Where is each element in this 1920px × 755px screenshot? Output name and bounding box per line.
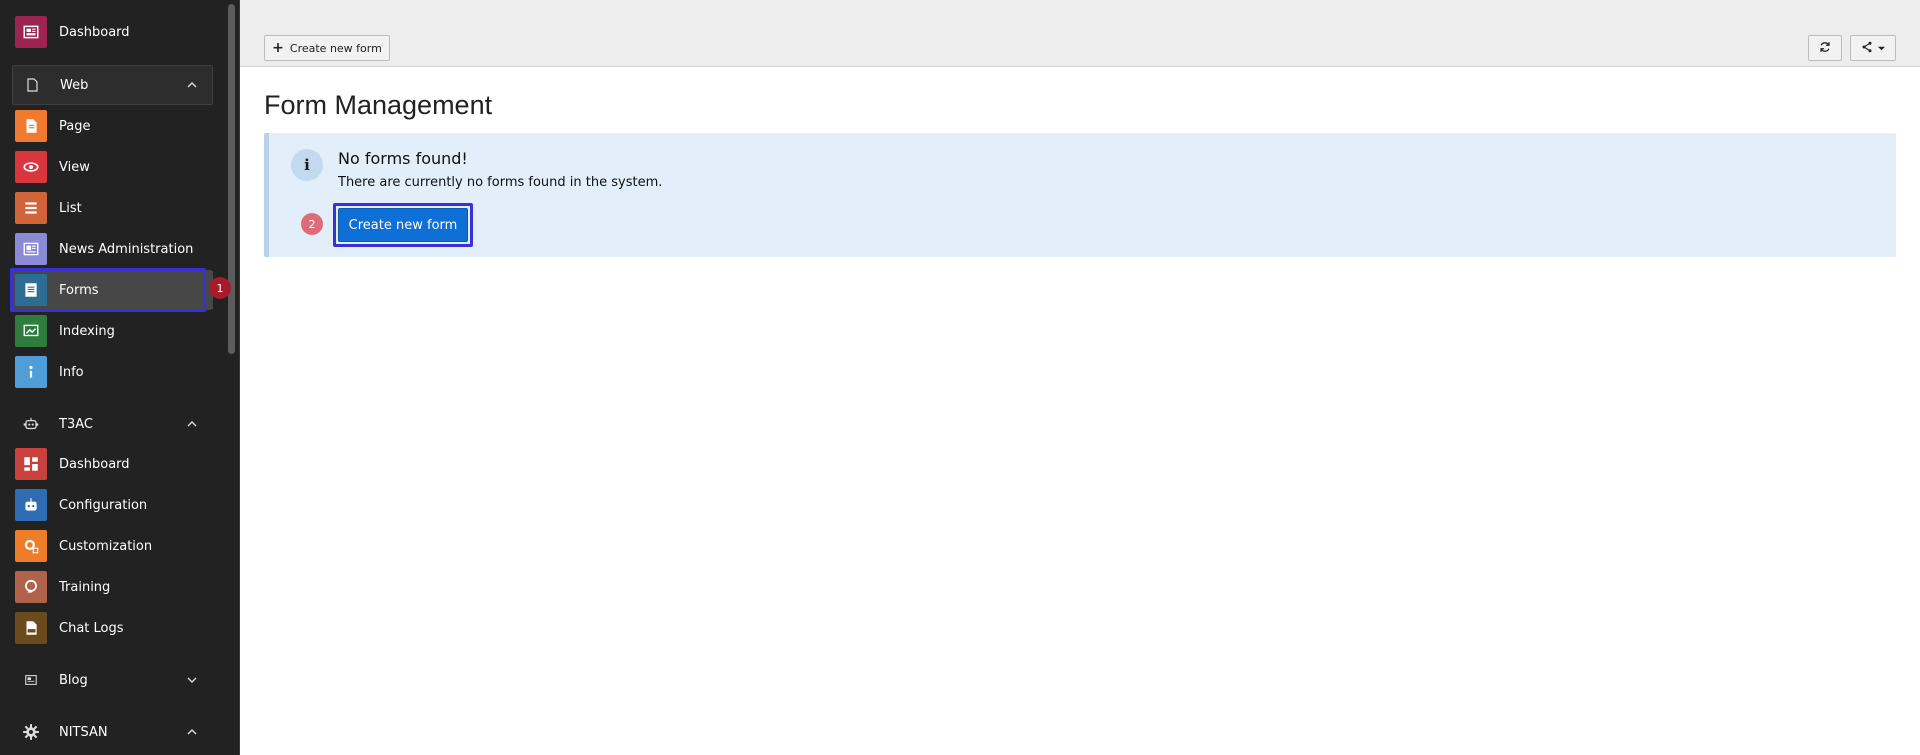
refresh-icon [1818,40,1832,57]
sidebar-group-web[interactable]: Web [12,65,213,105]
sidebar: Dashboard Web Page View List News Admini [0,0,240,755]
sidebar-group-label: T3AC [59,416,93,432]
create-new-form-button[interactable]: Create new form [338,208,468,242]
list-icon [15,192,47,224]
sidebar-group-label: Blog [59,672,88,688]
dashboard-icon [15,16,47,48]
refresh-button[interactable] [1808,35,1842,61]
sidebar-item-indexing[interactable]: Indexing [12,311,212,351]
sidebar-item-training[interactable]: Training [12,567,212,607]
sidebar-group-nitsan[interactable]: NITSAN [12,712,212,752]
chevron-up-icon[interactable] [182,414,202,434]
caret-down-icon [1878,42,1885,55]
page-icon [15,110,47,142]
sidebar-group-label: Web [60,77,89,93]
sidebar-item-dashboard[interactable]: Dashboard [12,12,212,52]
sidebar-item-info[interactable]: Info [12,352,212,392]
toolbar-create-form-button[interactable]: + Create new form [264,35,390,61]
sidebar-item-label: News Administration [59,241,194,257]
step-badge-1: 1 [209,277,231,299]
sidebar-item-label: Chat Logs [59,620,124,636]
blog-icon [15,664,47,696]
sidebar-item-t3ac-dashboard[interactable]: Dashboard [12,444,212,484]
sidebar-item-view[interactable]: View [12,147,212,187]
sidebar-group-blog[interactable]: Blog [12,660,212,700]
plus-icon: + [272,40,284,56]
sidebar-group-t3ac[interactable]: T3AC [12,404,212,444]
sidebar-item-configuration[interactable]: Configuration [12,485,212,525]
info-circle-icon: i [291,149,323,181]
sidebar-scrollbar[interactable] [228,4,235,354]
share-icon [1861,41,1873,56]
sidebar-item-forms[interactable]: Forms [12,270,212,310]
sidebar-item-label: Info [59,364,84,380]
indexing-icon [15,315,47,347]
module-docheader: + Create new form [240,0,1920,67]
training-icon [15,571,47,603]
bot-icon [15,489,47,521]
sidebar-item-chat-logs[interactable]: Chat Logs [12,608,212,648]
page-title: Form Management [264,90,493,120]
callout-message: There are currently no forms found in th… [338,175,663,190]
sidebar-item-label: View [59,159,90,175]
cog-icon [15,716,47,748]
chevron-up-icon[interactable] [182,722,202,742]
eye-icon [15,151,47,183]
dashboard-grid-icon [15,448,47,480]
sidebar-item-label: Dashboard [59,456,130,472]
log-file-icon [15,612,47,644]
gear-icon [15,530,47,562]
sidebar-item-label: Customization [59,538,153,554]
share-dropdown-button[interactable] [1850,35,1896,61]
sidebar-item-customization[interactable]: Customization [12,526,212,566]
sidebar-group-label: NITSAN [59,724,108,740]
sidebar-item-label: List [59,200,82,216]
robot-icon [15,408,47,440]
step-badge-2: 2 [301,213,323,235]
toolbar-create-form-label: Create new form [289,41,382,55]
sidebar-item-label: Indexing [59,323,115,339]
info-callout: i No forms found! There are currently no… [264,133,1896,257]
sidebar-item-label: Forms [59,282,99,298]
sidebar-item-list[interactable]: List [12,188,212,228]
sidebar-item-label: Dashboard [59,24,130,40]
page-outline-icon [16,69,48,101]
sidebar-item-label: Page [59,118,91,134]
info-icon [15,356,47,388]
chevron-down-icon[interactable] [182,670,202,690]
sidebar-item-news-administration[interactable]: News Administration [12,229,212,269]
sidebar-item-label: Configuration [59,497,148,513]
sidebar-item-page[interactable]: Page [12,106,212,146]
sidebar-item-label: Training [59,579,111,595]
forms-icon [15,274,47,306]
callout-title: No forms found! [338,149,468,168]
chevron-up-icon[interactable] [182,75,202,95]
news-icon [15,233,47,265]
